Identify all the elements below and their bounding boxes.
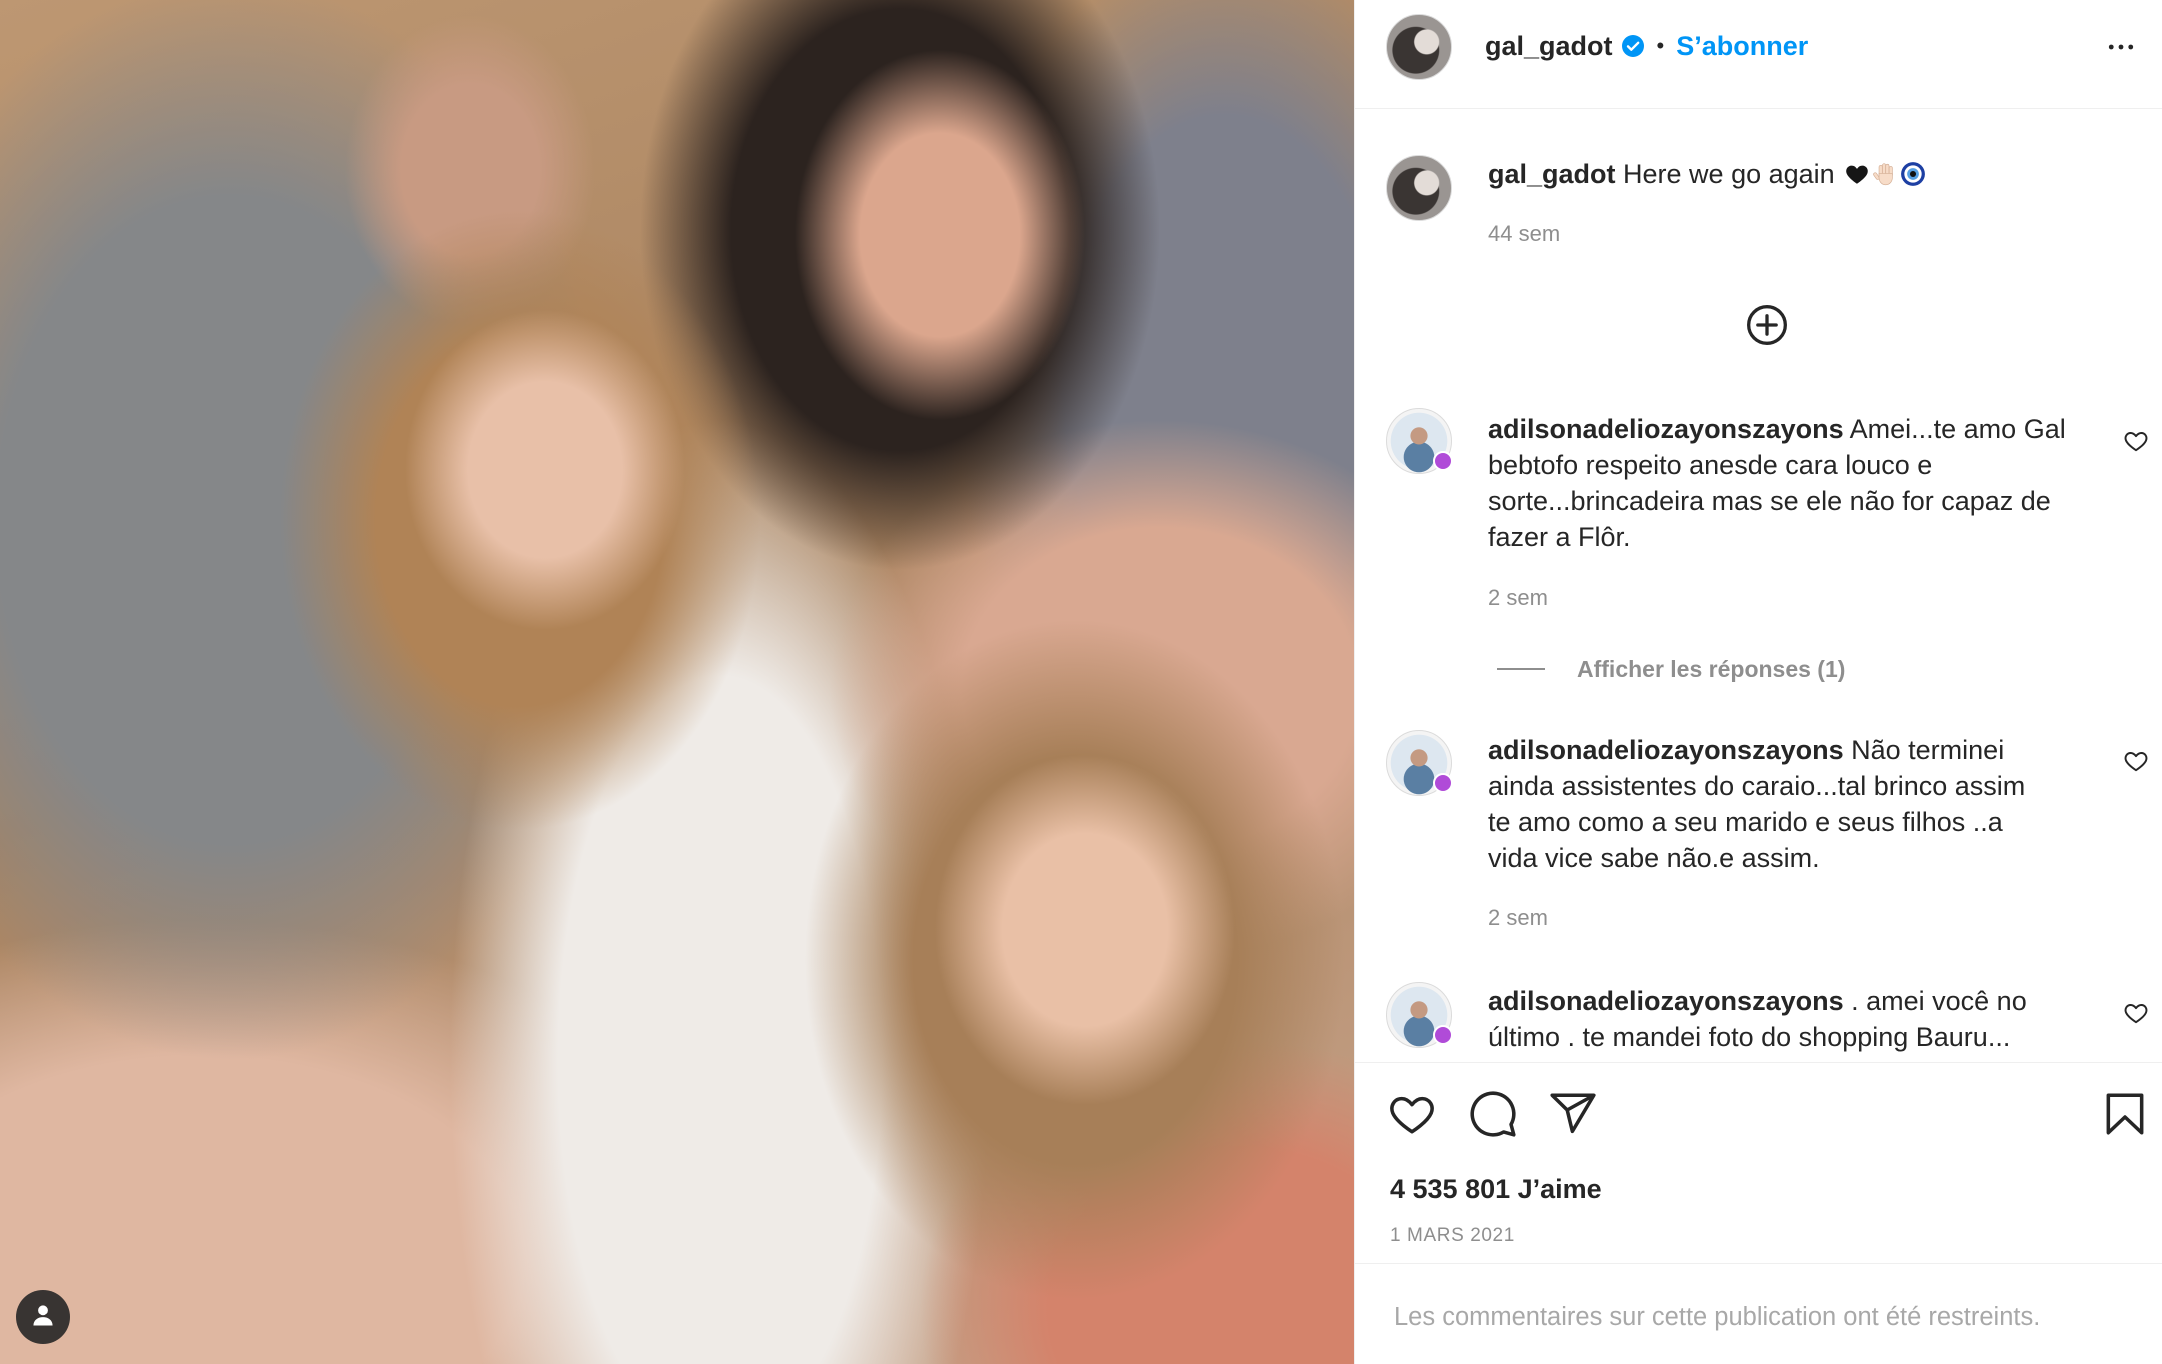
comments-list[interactable]: gal_gadot Here we go again 44 sem adilso… — [1355, 109, 2162, 1062]
caption-avatar[interactable] — [1386, 155, 1452, 221]
caption-username[interactable]: gal_gadot — [1488, 159, 1616, 189]
heart-badge-icon — [1433, 1025, 1453, 1045]
heart-outline-icon[interactable] — [1387, 1089, 1437, 1139]
post-side-panel: gal_gadot • S’abonner gal_gadot Here we … — [1354, 0, 2162, 1364]
comments-restricted-notice: Les commentaires sur cette publication o… — [1394, 1303, 2041, 1331]
comment: adilsonadeliozayonszayons . amei você no… — [1488, 983, 2027, 1055]
more-options-icon[interactable] — [2103, 29, 2139, 65]
heart-badge-icon — [1433, 451, 1453, 471]
verified-badge-icon — [1621, 34, 1645, 58]
view-replies-button[interactable]: Afficher les réponses (1) — [1577, 654, 1845, 684]
author-avatar[interactable] — [1386, 14, 1452, 80]
author-username[interactable]: gal_gadot — [1485, 28, 1613, 64]
replies-line — [1497, 668, 1545, 670]
paper-plane-icon[interactable] — [1548, 1089, 1598, 1139]
comment: adilsonadeliozayonszayons Amei...te amo … — [1488, 411, 2066, 555]
commenter-avatar[interactable] — [1386, 730, 1453, 796]
comment-username[interactable]: adilsonadeliozayonszayons — [1488, 414, 1844, 444]
black-heart-emoji — [1844, 161, 1870, 187]
comment-like-heart-icon[interactable] — [2123, 428, 2149, 454]
comment-username[interactable]: adilsonadeliozayonszayons — [1488, 986, 1844, 1016]
follow-button[interactable]: S’abonner — [1676, 31, 1808, 62]
caption: gal_gadot Here we go again — [1488, 156, 1926, 192]
comment: adilsonadeliozayonszayons Não terminei a… — [1488, 732, 2025, 876]
separator-dot: • — [1656, 33, 1665, 58]
actions-divider — [1355, 1062, 2162, 1063]
comment-bubble-icon[interactable] — [1468, 1089, 1518, 1139]
commenter-avatar[interactable] — [1386, 982, 1453, 1048]
post-date[interactable]: 1 MARS 2021 — [1390, 1224, 1515, 1248]
author-row: gal_gadot • S’abonner — [1485, 28, 1808, 64]
user-tag-icon — [29, 1301, 57, 1334]
comment-like-heart-icon[interactable] — [2123, 1000, 2149, 1026]
post-photo — [0, 0, 1354, 1364]
likes-count[interactable]: 4 535 801 J’aime — [1390, 1171, 1602, 1207]
nazar-amulet-emoji — [1900, 161, 1926, 187]
caption-text: Here we go again — [1623, 159, 1835, 189]
comment-time[interactable]: 2 sem — [1488, 583, 1548, 613]
comment-like-heart-icon[interactable] — [2123, 748, 2149, 774]
bookmark-icon[interactable] — [2100, 1089, 2150, 1139]
heart-badge-icon — [1433, 773, 1453, 793]
comment-time[interactable]: 2 sem — [1488, 903, 1548, 933]
user-tag-button[interactable] — [16, 1290, 70, 1344]
plus-circle-icon[interactable] — [1745, 303, 1789, 347]
comment-username[interactable]: adilsonadeliozayonszayons — [1488, 735, 1844, 765]
raised-hand-light-skin-tone-emoji — [1872, 161, 1898, 187]
commenter-avatar[interactable] — [1386, 408, 1453, 474]
caption-time[interactable]: 44 sem — [1488, 219, 1560, 249]
notice-divider — [1355, 1263, 2162, 1264]
